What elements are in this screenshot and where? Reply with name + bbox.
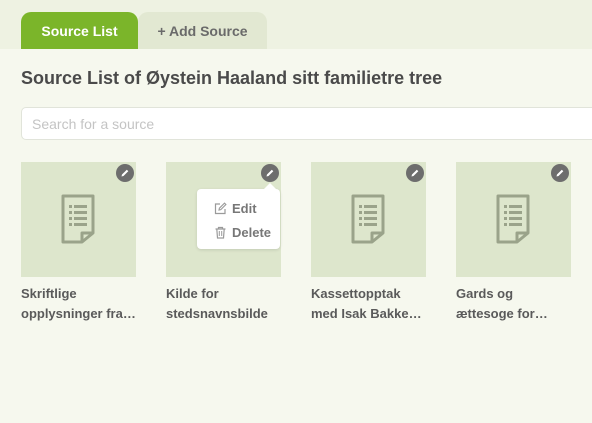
search-input[interactable] (21, 107, 592, 140)
source-title-line1: Skriftlige (21, 286, 77, 301)
source-thumbnail[interactable]: Edit Delete (166, 162, 281, 277)
page-title: Source List of Øystein Haaland sitt fami… (21, 68, 443, 88)
pencil-icon (411, 169, 419, 177)
source-thumbnail[interactable] (21, 162, 136, 277)
source-card[interactable]: Kassettopptak med Isak Bakke… (311, 162, 426, 324)
menu-item-edit-label: Edit (232, 200, 257, 216)
source-title[interactable]: Gards og ættesoge for… (456, 284, 571, 324)
pencil-icon (121, 169, 129, 177)
menu-item-delete[interactable]: Delete (214, 223, 271, 241)
tab-source-list[interactable]: Source List (21, 12, 138, 49)
main-content: Source List of Øystein Haaland sitt fami… (0, 49, 592, 423)
card-options-button[interactable] (406, 164, 424, 182)
source-title-line1: Kilde for (166, 286, 219, 301)
pencil-icon (266, 169, 274, 177)
source-card[interactable]: Gards og ættesoge for… (456, 162, 571, 324)
card-options-button[interactable] (116, 164, 134, 182)
source-title-line1: Kassettopptak (311, 286, 401, 301)
source-title-line2: opplysninger fra… (21, 306, 136, 321)
pencil-icon (556, 169, 564, 177)
source-title[interactable]: Skriftlige opplysninger fra… (21, 284, 136, 324)
document-icon (496, 194, 530, 244)
source-thumbnail[interactable] (456, 162, 571, 277)
menu-item-delete-label: Delete (232, 224, 272, 240)
source-title[interactable]: Kassettopptak med Isak Bakke… (311, 284, 426, 324)
source-title-line2: med Isak Bakke… (311, 306, 422, 321)
source-title-line2: stedsnavnsbilde (166, 306, 268, 321)
tab-add-source[interactable]: + Add Source (138, 12, 267, 49)
source-title[interactable]: Kilde for stedsnavnsbilde (166, 284, 281, 324)
document-icon (61, 194, 95, 244)
card-options-button[interactable] (551, 164, 569, 182)
tab-bar: Source List + Add Source (0, 0, 592, 49)
card-context-menu: Edit Delete (197, 183, 280, 249)
source-card[interactable]: Edit Delete Kilde for stedsnavnsbilde (166, 162, 281, 324)
source-title-line2: ættesoge for… (456, 306, 548, 321)
source-title-line1: Gards og (456, 286, 514, 301)
menu-item-edit[interactable]: Edit (214, 199, 257, 217)
trash-icon (215, 226, 226, 239)
source-card[interactable]: Skriftlige opplysninger fra… (21, 162, 136, 324)
document-icon (351, 194, 385, 244)
source-thumbnail[interactable] (311, 162, 426, 277)
card-options-button[interactable] (261, 164, 279, 182)
edit-icon (214, 201, 227, 214)
